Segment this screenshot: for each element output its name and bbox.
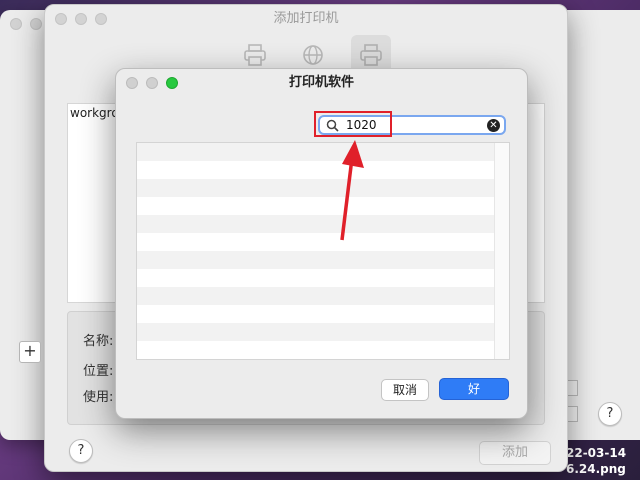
printer-software-dialog: 打印机软件 1020 ✕ 取消 好 [115, 68, 528, 419]
list-row [137, 269, 509, 287]
location-label: 位置: [83, 364, 114, 379]
list-row [137, 323, 509, 341]
help-button[interactable]: ? [69, 439, 93, 463]
list-row [137, 341, 509, 359]
list-row [137, 143, 509, 161]
list-row [137, 233, 509, 251]
help-button[interactable]: ? [598, 402, 622, 426]
close-light[interactable] [10, 18, 22, 30]
ok-button[interactable]: 好 [439, 378, 509, 400]
minimize-light[interactable] [75, 13, 87, 25]
desktop-file-date: 22-03-14 [566, 446, 627, 460]
list-row [137, 305, 509, 323]
list-row [137, 251, 509, 269]
close-light[interactable] [55, 13, 67, 25]
window-controls[interactable] [55, 13, 107, 25]
minimize-light[interactable] [30, 18, 42, 30]
close-light[interactable] [126, 77, 138, 89]
list-row [137, 179, 509, 197]
list-row [137, 197, 509, 215]
desktop-file-name: 6.24.png [566, 462, 626, 476]
add-item-button[interactable]: + [19, 341, 41, 363]
annotation-arrow-icon [340, 140, 364, 241]
cancel-button[interactable]: 取消 [381, 379, 429, 401]
zoom-light[interactable] [95, 13, 107, 25]
clear-icon[interactable]: ✕ [487, 119, 500, 132]
scrollbar[interactable] [494, 143, 509, 359]
list-row [137, 215, 509, 233]
window-controls[interactable] [10, 18, 42, 30]
use-label: 使用: [83, 390, 114, 405]
zoom-light[interactable] [166, 77, 178, 89]
results-list[interactable] [136, 142, 510, 360]
add-button[interactable]: 添加 [479, 441, 551, 465]
annotation-highlight-box [314, 111, 392, 137]
name-label: 名称: [83, 334, 114, 349]
window-controls[interactable] [126, 77, 178, 89]
list-row [137, 161, 509, 179]
minimize-light[interactable] [146, 77, 158, 89]
list-row [137, 287, 509, 305]
window-title: 添加打印机 [273, 11, 339, 26]
